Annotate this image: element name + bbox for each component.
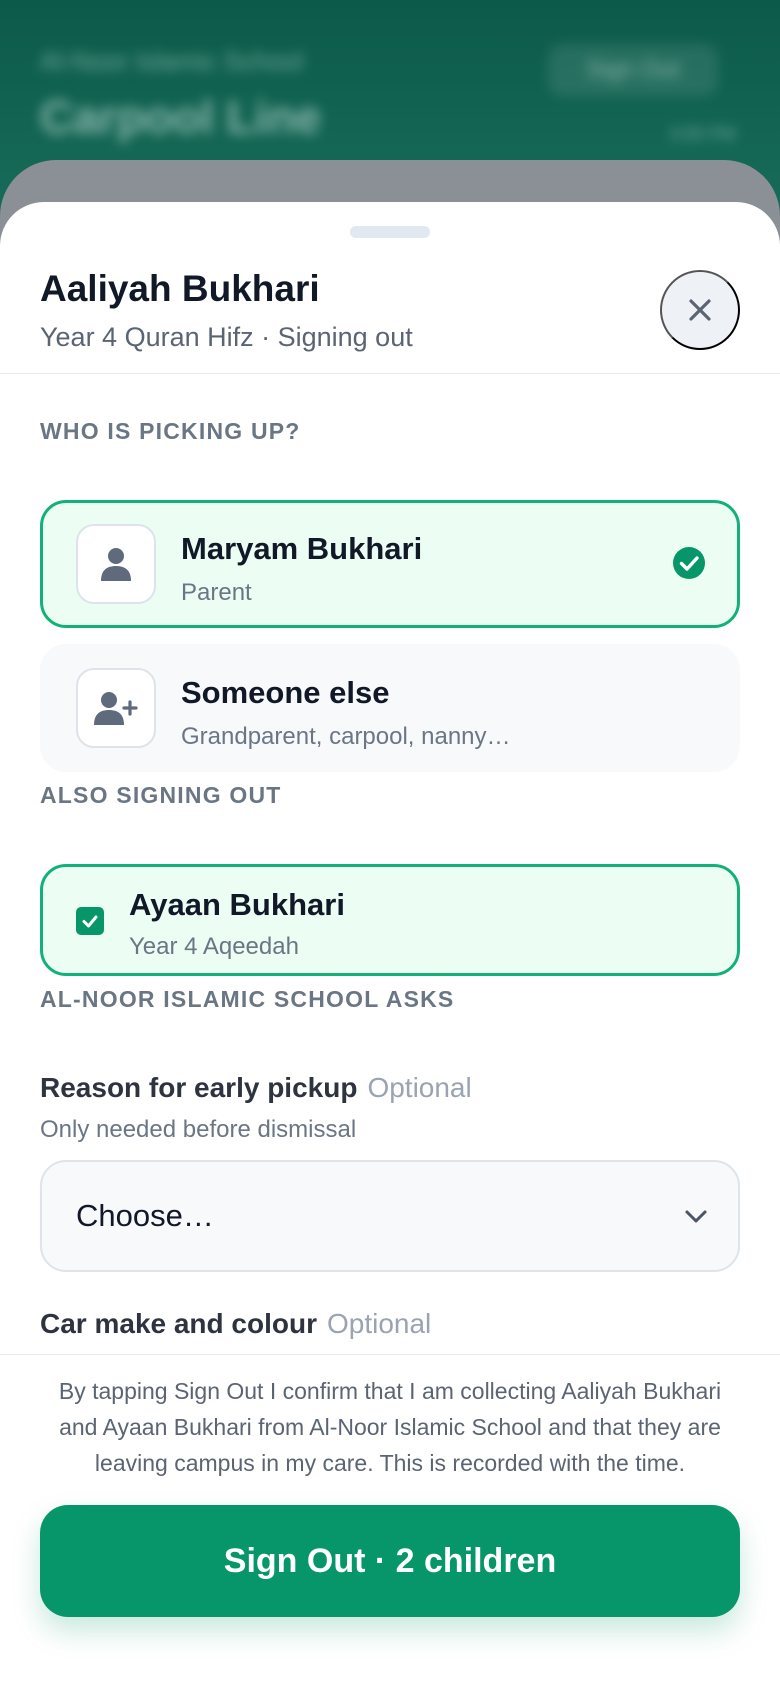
pickup-option-title: Maryam Bukhari: [181, 531, 423, 566]
questions-section-label: AL-NOOR ISLAMIC SCHOOL ASKS: [40, 986, 455, 1012]
pickup-option-someone-else[interactable]: Someone else Grandparent, carpool, nanny…: [40, 644, 740, 772]
optional-tag: Optional: [367, 1072, 472, 1103]
close-button[interactable]: [660, 270, 740, 350]
checkbox-checked-icon[interactable]: [76, 907, 104, 935]
car-label: Car make and colour Optional: [40, 1308, 432, 1339]
background-title: Carpool Line: [40, 91, 322, 143]
sibling-name: Ayaan Bukhari: [129, 887, 345, 922]
optional-tag: Optional: [326, 1308, 432, 1339]
sheet-footer: By tapping Sign Out I confirm that I am …: [0, 1354, 780, 1688]
pickup-option-maryam[interactable]: Maryam Bukhari Parent: [40, 500, 740, 628]
reason-label: Reason for early pickup Optional: [40, 1072, 472, 1103]
sibling-item-ayaan[interactable]: Ayaan Bukhari Year 4 Aqeedah: [40, 864, 740, 976]
avatar: [76, 524, 156, 604]
consent-text: By tapping Sign Out I confirm that I am …: [58, 1378, 722, 1476]
reason-select[interactable]: Choose…: [40, 1160, 740, 1272]
sign-out-button[interactable]: Sign Out · 2 children: [40, 1505, 740, 1617]
pickup-option-subtitle: Grandparent, carpool, nanny…: [181, 723, 511, 750]
sheet-header: Aaliyah Bukhari Year 4 Quran Hifz · Sign…: [0, 202, 780, 374]
avatar: [76, 668, 156, 748]
pickup-section-label: WHO IS PICKING UP?: [40, 418, 301, 444]
chevron-down-icon: [682, 1202, 710, 1235]
reason-select-value: Choose…: [76, 1198, 214, 1233]
pickup-option-subtitle: Parent: [181, 579, 252, 606]
siblings-section-label: ALSO SIGNING OUT: [40, 782, 282, 808]
person-add-icon: [94, 692, 138, 725]
reason-help: Only needed before dismissal: [40, 1116, 357, 1143]
background-time: 3:05 PM: [668, 124, 736, 144]
pickup-option-title: Someone else: [181, 675, 390, 710]
student-name: Aaliyah Bukhari: [40, 268, 320, 309]
background-school-name: Al-Noor Islamic School: [40, 46, 303, 76]
student-subtitle: Year 4 Quran Hifz · Signing out: [40, 322, 413, 352]
sign-out-sheet: Aaliyah Bukhari Year 4 Quran Hifz · Sign…: [0, 202, 780, 1688]
person-icon: [101, 548, 131, 581]
close-icon: [689, 299, 711, 321]
background-sign-out-button: Sign Out: [548, 44, 718, 96]
check-circle-icon: [672, 546, 706, 585]
sibling-class: Year 4 Aqeedah: [129, 933, 299, 960]
